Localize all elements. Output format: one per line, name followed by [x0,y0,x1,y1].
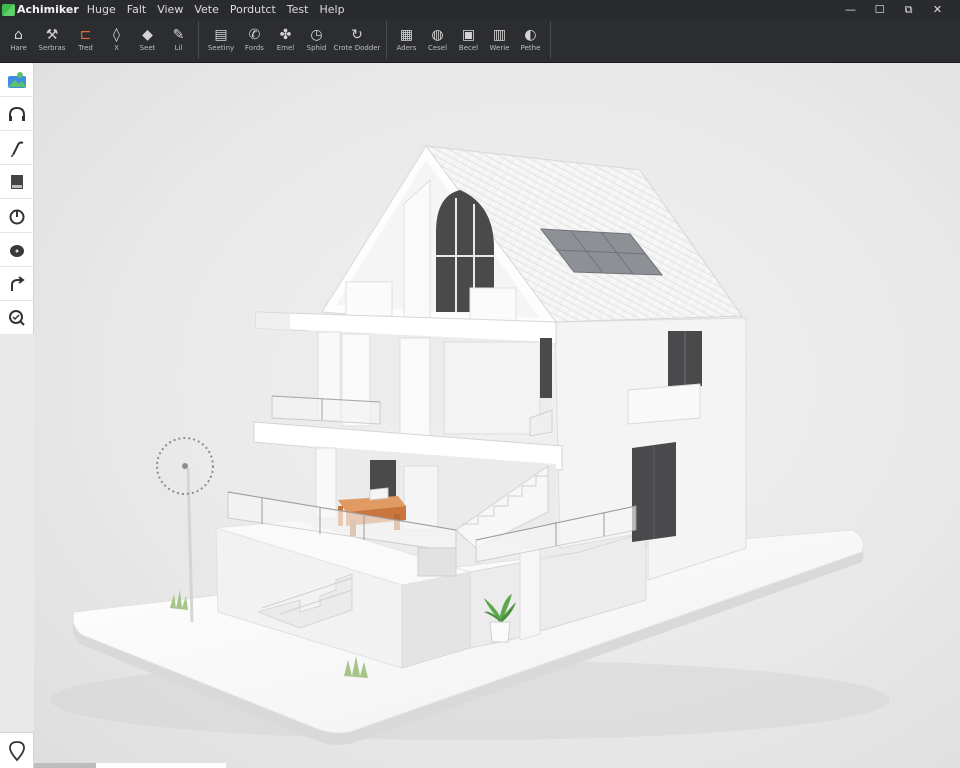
tool-becel-button[interactable]: ▣ Becel [453,19,484,61]
tool-label: Tred [78,44,93,52]
tool-label: Lil [174,44,183,52]
tool-label: Seet [139,44,156,52]
tool-label: Becel [458,44,479,52]
tool-hare-button[interactable]: ⌂ Hare [3,19,34,61]
refresh-icon: ↻ [351,27,363,43]
droplet-icon: ◊ [113,27,120,43]
location-pin-icon [8,740,25,761]
middle-floor [271,330,553,439]
palette-item-redo[interactable] [0,267,34,301]
sound-icon: ◐ [524,27,537,43]
tool-crote-dodder-button[interactable]: ↻ Crote Dodder [332,19,382,61]
tool-seet-button[interactable]: ◆ Seet [132,19,163,61]
tool-label: Crote Dodder [333,44,381,52]
tool-x-button[interactable]: ◊ X [101,19,132,61]
tool-pethe-button[interactable]: ◐ Pethe [515,19,546,61]
app-window: Achimiker Huge Falt View Vete Pordutct T… [0,0,960,768]
menu-item-vete[interactable]: Vete [194,3,219,16]
window-controls: — ☐ ⧉ ✕ [836,0,952,19]
menu-item-view[interactable]: View [157,3,183,16]
brush-icon: ⚒ [45,27,59,43]
document-icon: ▥ [492,27,507,43]
3d-viewport[interactable] [34,63,960,768]
palette-item-wand[interactable] [0,131,34,165]
tool-lil-button[interactable]: ✎ Lil [163,19,194,61]
eraser-icon: ◆ [142,27,153,43]
app-name: Achimiker [17,3,79,16]
palette-item-book[interactable] [0,165,34,199]
scrollbar-thumb[interactable] [34,763,96,768]
tool-label: Cesel [427,44,448,52]
tool-tred-button[interactable]: ⊏ Tred [70,19,101,61]
tool-label: Werie [489,44,510,52]
wand-icon [11,141,24,157]
tool-label: Seetiny [207,44,235,52]
toolbar: ⌂ Hare ⚒ Serbras ⊏ Tred ◊ X ◆ Seet ✎ Lil… [0,19,960,63]
tool-serbras-button[interactable]: ⚒ Serbras [34,19,70,61]
calculator-icon: ▣ [461,27,476,43]
library-icon: ▦ [399,27,414,43]
tool-label: X [114,44,119,52]
horizontal-scrollbar[interactable] [34,763,226,768]
landscape-icon [8,71,26,88]
tool-label: Pethe [520,44,541,52]
tool-label: Serbras [38,44,66,52]
tool-sphid-button[interactable]: ◷ Sphid [301,19,332,61]
book-icon [11,174,23,189]
phone-icon: ✆ [248,27,261,43]
tool-fords-button[interactable]: ✆ Fords [239,19,270,61]
power-icon [9,209,25,224]
minimize-button[interactable]: — [836,3,865,16]
redo-icon [11,275,25,291]
zoom-icon [9,309,25,326]
layer-icon: ⊏ [79,27,92,43]
menu-item-huge[interactable]: Huge [87,3,116,16]
location-pin-button[interactable] [0,732,34,768]
toolbar-divider [550,21,551,59]
bucket-icon: ◍ [431,27,444,43]
palette-item-landscape[interactable] [0,63,34,97]
home-icon: ⌂ [14,27,23,43]
headphones-icon [9,106,25,121]
tool-label: Hare [10,44,27,52]
pencil-icon: ✎ [172,27,185,43]
menu-item-falt[interactable]: Falt [127,3,146,16]
menu-item-help[interactable]: Help [319,3,344,16]
tool-emel-button[interactable]: ✤ Emel [270,19,301,61]
tool-cesel-button[interactable]: ◍ Cesel [422,19,453,61]
wind-spinner [156,437,214,623]
puzzle-icon: ✤ [279,27,292,43]
house-3d-model[interactable] [34,63,960,768]
tool-label: Aders [396,44,417,52]
tool-label: Sphid [306,44,327,52]
maximize-button[interactable]: ☐ [865,3,894,16]
title-bar: Achimiker Huge Falt View Vete Pordutct T… [0,0,960,19]
tool-seetiny-button[interactable]: ▤ Seetiny [203,19,239,61]
toolbar-divider [386,21,387,59]
shape-icon [10,244,24,257]
palette-item-power[interactable] [0,199,34,233]
close-button[interactable]: ✕ [923,3,952,16]
tool-werie-button[interactable]: ▥ Werie [484,19,515,61]
tool-label: Emel [276,44,295,52]
palette-item-headphones[interactable] [0,97,34,131]
palette-item-shape[interactable] [0,233,34,267]
tool-label: Fords [245,44,264,52]
menu-item-test[interactable]: Test [287,3,309,16]
clock-icon: ◷ [310,27,323,43]
panel-icon: ▤ [214,27,228,43]
app-logo-icon [2,3,15,16]
restore-button[interactable]: ⧉ [894,3,923,17]
tool-palette [0,63,34,335]
menu-item-pordutct[interactable]: Pordutct [230,3,276,16]
toolbar-divider [198,21,199,59]
tool-aders-button[interactable]: ▦ Aders [391,19,422,61]
palette-item-zoom[interactable] [0,301,34,335]
